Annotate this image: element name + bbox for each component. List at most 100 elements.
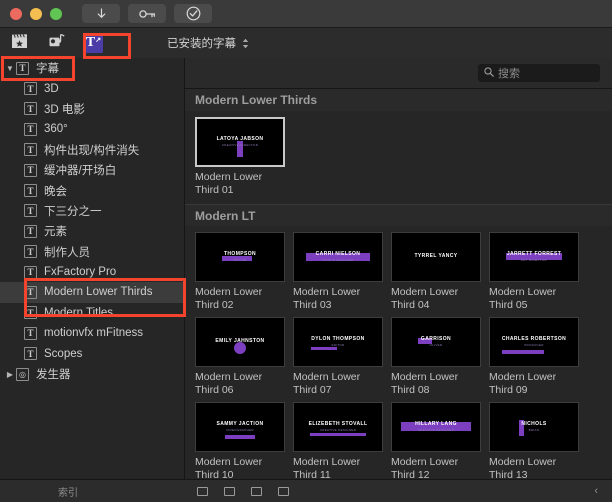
layout-icon-2[interactable] [224, 486, 235, 496]
sidebar-item-9[interactable]: T 制作人员 [0, 242, 184, 262]
title-t-icon: T [16, 61, 29, 75]
title-t-icon: T [24, 347, 37, 361]
titles-content-grid[interactable]: Modern Lower Thirds LATOYA JABSON CREATIVE… [185, 89, 612, 479]
sidebar-item-6[interactable]: T 晚会 [0, 180, 184, 200]
search-icon [484, 66, 494, 80]
sidebar-item-4[interactable]: T 构件出现/构件消失 [0, 140, 184, 160]
sidebar-item-label: 晚会 [44, 185, 67, 198]
title-item[interactable]: LATOYA JABSON CREATIVE DIRECTOR Modern Low… [195, 117, 293, 196]
title-item-label: Modern Lower Third 02 [195, 286, 263, 311]
title-thumbnail[interactable]: GARRISON OLIVER [391, 317, 481, 367]
sidebar-item-1[interactable]: T 3D [0, 78, 184, 98]
section-header: Modern Lower Thirds [185, 89, 612, 111]
title-item-label: Modern Lower Third 10 [195, 456, 263, 479]
close-window-button[interactable] [10, 7, 22, 20]
title-thumbnail[interactable]: ELIZEBETH STOVALL CREATIVE DESIGNER [293, 402, 383, 452]
sidebar-item-label: Modern Lower Thirds [44, 286, 153, 299]
music-photos-browser-icon[interactable] [47, 33, 66, 53]
title-item[interactable]: JARRETT FORREST ART DIRECTOR Modern Lower … [489, 232, 587, 311]
titles-generators-browser-icon[interactable]: T↗ [84, 33, 103, 53]
installed-titles-dropdown[interactable]: 已安装的字幕 [167, 35, 249, 51]
preview-name-text: ELIZEBETH STOVALL [308, 420, 368, 427]
preview-subtitle-text: ART DIRECTOR [521, 258, 547, 263]
title-item[interactable]: CARRI NIELSON STUDIO MANAGER Modern Lower … [293, 232, 391, 311]
sidebar-item-0[interactable]: ▼ T 字幕 [0, 58, 184, 78]
sidebar-item-label: 3D 电影 [44, 103, 85, 116]
minimize-window-button[interactable] [30, 7, 42, 20]
sidebar-item-label: 下三分之一 [44, 205, 102, 218]
sidebar-item-7[interactable]: T 下三分之一 [0, 201, 184, 221]
title-item[interactable]: EMILY JAHNSTON Modern Lower Third 06 [195, 317, 293, 396]
sidebar-item-10[interactable]: T FxFactory Pro [0, 262, 184, 282]
preview-subtitle-text: BRIAN [528, 428, 540, 433]
sidebar-item-2[interactable]: T 3D 电影 [0, 99, 184, 119]
section-grid: LATOYA JABSON CREATIVE DIRECTOR Modern Low… [185, 111, 612, 204]
preview-subtitle-text: STUDIO MANAGER [322, 258, 354, 263]
disclosure-closed-icon[interactable]: ▶ [4, 370, 16, 379]
title-thumbnail[interactable]: SAMMY JACTION VIDEOGRAPHER [195, 402, 285, 452]
title-item[interactable]: DYLON THOMPSON EDITOR Modern Lower Third 0… [293, 317, 391, 396]
title-thumbnail[interactable]: LATOYA JABSON CREATIVE DIRECTOR [195, 117, 285, 167]
chevron-up-down-icon [242, 38, 249, 49]
sidebar-item-label: 字幕 [36, 63, 59, 76]
title-thumbnail[interactable]: TYRREL YANCY [391, 232, 481, 282]
sidebar-item-8[interactable]: T 元素 [0, 221, 184, 241]
title-thumbnail[interactable]: JARRETT FORREST ART DIRECTOR [489, 232, 579, 282]
title-item[interactable]: TYRREL YANCY Modern Lower Third 04 [391, 232, 489, 311]
title-item[interactable]: SAMMY JACTION VIDEOGRAPHER Modern Lower Th… [195, 402, 293, 479]
sidebar-item-12[interactable]: T Modern Titles [0, 303, 184, 323]
title-t-icon: T [24, 204, 37, 218]
section-grid: THOMPSON TAYLOR Modern Lower Third 02 CARRI… [185, 226, 612, 479]
title-item-label: Modern Lower Third 06 [195, 371, 263, 396]
layout-icon-1[interactable] [197, 486, 208, 496]
maximize-window-button[interactable] [50, 7, 62, 20]
title-item[interactable]: NICHOLS BRIAN Modern Lower Third 13 [489, 402, 587, 479]
title-thumbnail[interactable]: EMILY JAHNSTON [195, 317, 285, 367]
title-item[interactable]: HILLARY LANG CREATIVE DESIGNER Modern Lowe… [391, 402, 489, 479]
search-field[interactable]: 搜索 [478, 64, 600, 82]
title-t-icon: T [24, 224, 37, 238]
title-item-label: Modern Lower Third 13 [489, 456, 557, 479]
lower-third-preview: HILLARY LANG CREATIVE DESIGNER [401, 421, 471, 432]
preview-name-text: THOMPSON [223, 250, 257, 257]
index-label[interactable]: 索引 [0, 484, 185, 499]
title-item-label: Modern Lower Third 07 [293, 371, 361, 396]
title-thumbnail[interactable]: THOMPSON TAYLOR [195, 232, 285, 282]
title-thumbnail[interactable]: DYLON THOMPSON EDITOR [293, 317, 383, 367]
title-item[interactable]: GARRISON OLIVER Modern Lower Third 08 [391, 317, 489, 396]
sidebar-item-11[interactable]: T Modern Lower Thirds [0, 282, 184, 303]
title-thumbnail[interactable]: NICHOLS BRIAN [489, 402, 579, 452]
layout-icon-4[interactable] [278, 486, 289, 496]
title-thumbnail[interactable]: CARRI NIELSON STUDIO MANAGER [293, 232, 383, 282]
sidebar-item-3[interactable]: T 360° [0, 119, 184, 139]
validate-button[interactable] [174, 4, 212, 23]
title-thumbnail[interactable]: HILLARY LANG CREATIVE DESIGNER [391, 402, 481, 452]
title-thumbnail[interactable]: CHARLES ROBERTSON PRODUCER [489, 317, 579, 367]
lower-third-preview: DYLON THOMPSON EDITOR [311, 336, 364, 350]
lower-third-preview: NICHOLS BRIAN [519, 419, 546, 436]
film-clapper-icon [11, 33, 28, 54]
chevron-left-icon[interactable]: ‹ [594, 485, 598, 497]
title-t-icon: T [24, 285, 37, 299]
preview-accent-bar [225, 434, 255, 439]
title-item[interactable]: THOMPSON TAYLOR Modern Lower Third 02 [195, 232, 293, 311]
title-t-icon: T [24, 184, 37, 198]
keyframe-button[interactable] [128, 4, 166, 23]
title-item[interactable]: CHARLES ROBERTSON PRODUCER Modern Lower Th… [489, 317, 587, 396]
title-item[interactable]: ELIZEBETH STOVALL CREATIVE DESIGNER Modern… [293, 402, 391, 479]
lower-third-preview: SAMMY JACTION VIDEOGRAPHER [216, 421, 263, 439]
sidebar-item-13[interactable]: Tmotionvfx mFitness [0, 323, 184, 343]
download-button[interactable] [82, 4, 120, 23]
sidebar-item-15[interactable]: ▶ ◎ 发生器 [0, 364, 184, 384]
browser-sidebar[interactable]: ▼ T 字幕 T 3D T 3D 电影 T 360° T 构件出现/构件消失 T 缓冲器/开场白 T 晚会 T… [0, 58, 185, 479]
sidebar-item-14[interactable]: T Scopes [0, 343, 184, 363]
sidebar-item-label: 制作人员 [44, 246, 90, 259]
layout-icon-3[interactable] [251, 486, 262, 496]
sidebar-item-5[interactable]: T 缓冲器/开场白 [0, 160, 184, 180]
title-t-icon: T [24, 265, 37, 279]
disclosure-open-icon[interactable]: ▼ [4, 64, 16, 73]
title-t-icon: T [24, 306, 37, 320]
effects-browser-icon[interactable] [10, 33, 29, 54]
sidebar-item-label: Scopes [44, 347, 83, 360]
browser-toolbar: T↗ 已安装的字幕 [0, 28, 612, 58]
